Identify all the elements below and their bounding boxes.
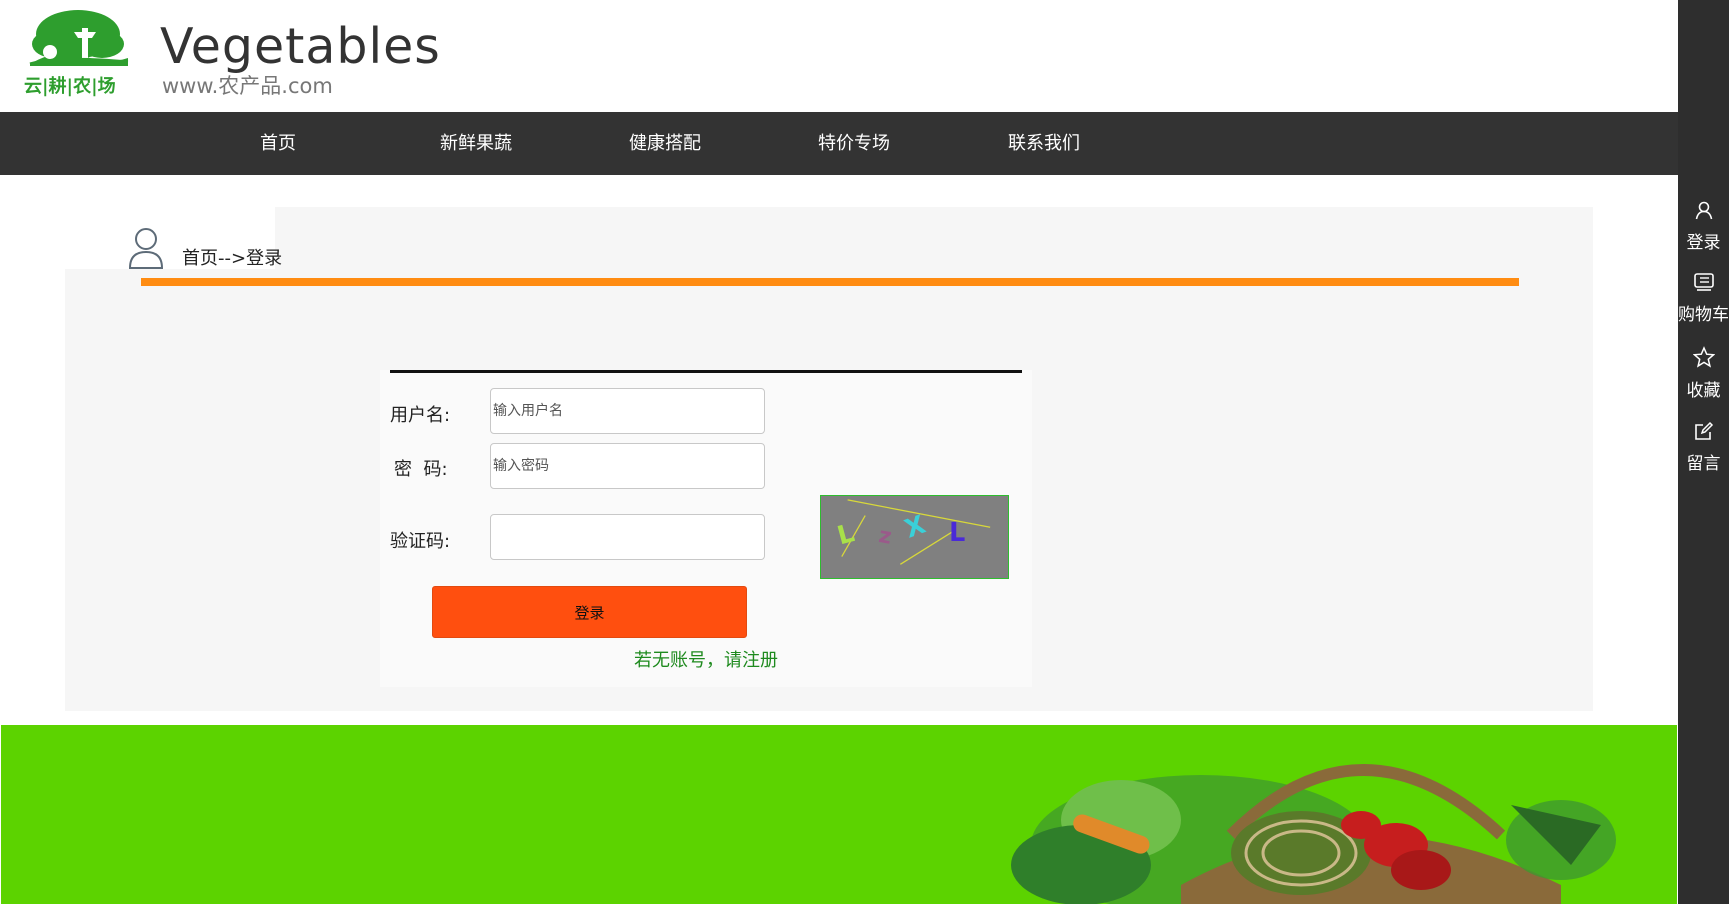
user-outline-icon <box>128 228 164 269</box>
password-label: 密 码: <box>394 459 448 480</box>
star-icon <box>1692 346 1715 368</box>
register-link[interactable]: 若无账号，请注册 <box>634 646 778 672</box>
crumb-backdrop-left <box>65 207 117 269</box>
edit-icon <box>1694 421 1713 440</box>
nav-special-offers[interactable]: 特价专场 <box>818 112 890 175</box>
svg-text:L: L <box>834 517 857 550</box>
svg-text:X: X <box>901 509 930 544</box>
username-label: 用户名: <box>390 405 451 426</box>
nav-healthy-combo[interactable]: 健康搭配 <box>629 112 701 175</box>
form-top-divider <box>390 370 1022 373</box>
svg-text:z: z <box>877 523 894 550</box>
sidebar-favorites-label: 收藏 <box>1686 381 1721 401</box>
user-icon <box>1695 201 1712 220</box>
password-input[interactable] <box>490 443 765 489</box>
sidebar-cart-label: 购物车 <box>1678 305 1729 325</box>
sidebar-message-label: 留言 <box>1686 454 1721 474</box>
captcha-image[interactable]: L z X L <box>820 495 1009 579</box>
orange-divider <box>141 278 1519 286</box>
breadcrumb: 首页-->登录 <box>182 248 283 269</box>
username-input[interactable] <box>490 388 765 434</box>
svg-text:L: L <box>949 517 965 547</box>
vegetable-basket-illustration <box>1011 764 1616 904</box>
cart-icon <box>1693 273 1714 291</box>
sidebar-favorites[interactable]: 收藏 <box>1678 346 1729 401</box>
sidebar-login-label: 登录 <box>1686 233 1721 253</box>
brand-url: www.农产品.com <box>162 74 333 98</box>
sidebar-cart[interactable]: 购物车 <box>1678 272 1729 325</box>
main-nav: 首页 新鲜果蔬 健康搭配 特价专场 联系我们 <box>0 112 1678 175</box>
farm-logo: 云|耕|农|场 <box>24 10 129 97</box>
sidebar-login[interactable]: 登录 <box>1678 200 1729 253</box>
footer-banner <box>1 725 1677 904</box>
sidebar-message[interactable]: 留言 <box>1678 421 1729 474</box>
svg-text:云|耕|农|场: 云|耕|农|场 <box>24 75 116 97</box>
nav-home[interactable]: 首页 <box>260 112 296 175</box>
captcha-label: 验证码: <box>390 531 451 552</box>
nav-fresh-produce[interactable]: 新鲜果蔬 <box>440 112 512 175</box>
right-sidebar: 登录 购物车 收藏 留言 <box>1678 0 1729 904</box>
nav-contact-us[interactable]: 联系我们 <box>1008 112 1080 175</box>
captcha-input[interactable] <box>490 514 765 560</box>
login-button[interactable]: 登录 <box>432 586 747 638</box>
brand-title: Vegetables <box>160 18 441 75</box>
